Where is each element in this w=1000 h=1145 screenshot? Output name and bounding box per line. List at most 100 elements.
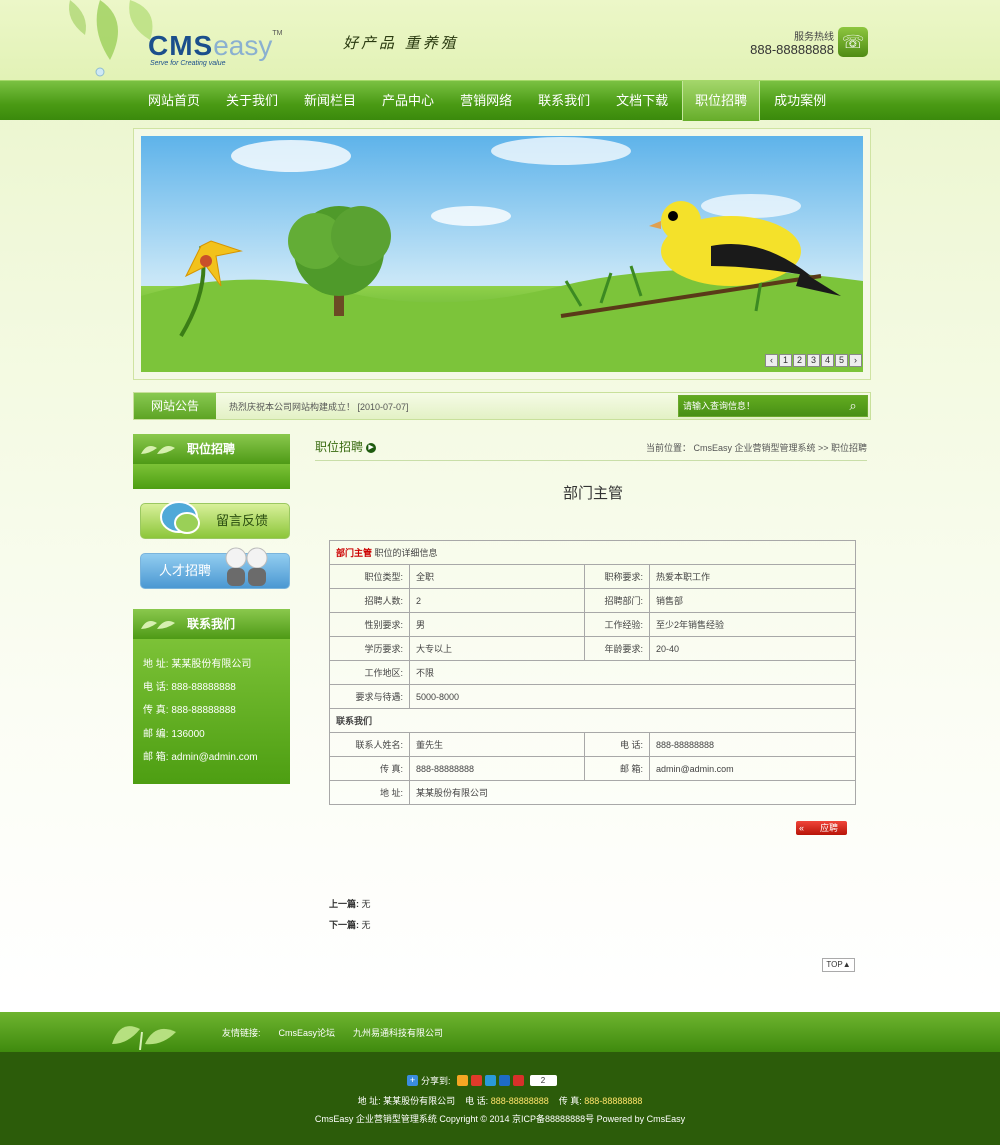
nav-item[interactable]: 网站首页 xyxy=(136,81,212,121)
arrow-right-icon: ▶ xyxy=(366,442,377,453)
cell-value: 董先生 xyxy=(409,732,585,757)
nav-item[interactable]: 关于我们 xyxy=(214,81,290,121)
footer-phone: 888-88888888 xyxy=(490,1096,549,1106)
cell-label: 工作地区: xyxy=(329,660,410,685)
renren-icon[interactable] xyxy=(498,1074,510,1086)
plus-icon[interactable]: + xyxy=(407,1074,418,1086)
cell-value: 5000-8000 xyxy=(409,684,856,709)
search-icon[interactable]: ⌕ xyxy=(845,398,861,414)
divider xyxy=(315,460,867,461)
cell-value: 销售部 xyxy=(649,588,856,613)
footer-links-bar xyxy=(0,1012,1000,1052)
leaf-icon xyxy=(141,446,175,454)
nav-item[interactable]: 成功案例 xyxy=(762,81,838,121)
table-row: 职位类型: 全职 职称要求: 热爱本职工作 xyxy=(329,564,856,589)
logo-sub: easy xyxy=(213,30,273,61)
cell-label: 邮 箱: xyxy=(584,756,650,781)
contact-fax: 传 真: 888-88888888 xyxy=(143,705,236,716)
share-label: 分享到: xyxy=(421,1075,451,1086)
table-row: 联系人姓名: 董先生 电 话: 888-88888888 xyxy=(329,732,856,757)
page-title: 部门主管 xyxy=(562,485,623,502)
feedback-button[interactable]: 留言反馈 xyxy=(140,501,290,539)
pager-button[interactable]: 5 xyxy=(835,354,848,367)
section-title: 职位招聘 ▶ xyxy=(315,438,377,455)
pager-button[interactable]: ‹ xyxy=(765,354,778,367)
contact-email: 邮 箱: admin@admin.com xyxy=(143,752,258,763)
banner-pager: ‹ 1 2 3 4 5 › xyxy=(764,354,862,367)
hotline-number: 888-88888888 xyxy=(750,42,834,57)
sidebar-contact-header: 联系我们 xyxy=(133,609,290,639)
footer-phone-label: 电 话: xyxy=(465,1096,489,1106)
prev-article[interactable]: 上一篇: 无 xyxy=(329,897,371,910)
cell-value: 全职 xyxy=(409,564,585,589)
cell-label: 工作经验: xyxy=(584,612,650,637)
leaf-icon xyxy=(141,621,175,629)
nav-items: 网站首页 关于我们 新闻栏目 产品中心 营销网络 联系我们 文档下载 职位招聘 成功案例 xyxy=(136,81,840,121)
nav-item[interactable]: 新闻栏目 xyxy=(292,81,368,121)
section-title-text: 职位招聘 xyxy=(315,440,364,454)
tencent-weibo-icon[interactable] xyxy=(484,1074,496,1086)
cell-label: 性别要求: xyxy=(329,612,410,637)
friend-link[interactable]: CmsEasy论坛 xyxy=(279,1028,336,1038)
feedback-label: 留言反馈 xyxy=(216,513,269,528)
detail-heading-name: 部门主管 xyxy=(336,548,373,558)
cell-label: 年龄要求: xyxy=(584,636,650,661)
cell-value: 热爱本职工作 xyxy=(649,564,856,589)
breadcrumb[interactable]: 当前位置： CmsEasy 企业营销型管理系统 >> 职位招聘 xyxy=(646,441,867,454)
nav-item[interactable]: 联系我们 xyxy=(526,81,602,121)
cell-label: 职位类型: xyxy=(329,564,410,589)
sidebar-contact-title: 联系我们 xyxy=(187,617,236,631)
cell-value: 2 xyxy=(409,588,585,613)
cell-value: 至少2年销售经验 xyxy=(649,612,856,637)
douban-icon[interactable] xyxy=(512,1074,524,1086)
pager-button[interactable]: 1 xyxy=(779,354,792,367)
next-article[interactable]: 下一篇: 无 xyxy=(329,918,371,931)
sidebar-category-header: 职位招聘 xyxy=(133,434,290,464)
pager-button[interactable]: 2 xyxy=(793,354,806,367)
footer-address: 地 址: 某某股份有限公司 xyxy=(357,1096,456,1106)
nav-item[interactable]: 职位招聘 xyxy=(682,81,761,121)
site-header: CMSeasyTM Serve for Creating value 好产品 重… xyxy=(0,0,1000,80)
cell-label: 学历要求: xyxy=(329,636,410,661)
table-row: 工作地区: 不限 xyxy=(329,660,856,685)
cell-label: 地 址: xyxy=(329,780,410,805)
cell-value: 888-88888888 xyxy=(409,756,585,781)
qzone-icon[interactable] xyxy=(456,1074,468,1086)
friend-link[interactable]: 九州易通科技有限公司 xyxy=(353,1028,443,1038)
site-logo[interactable]: CMSeasyTM xyxy=(148,30,283,62)
contact-heading: 联系我们 xyxy=(329,708,856,733)
slogan: 好产品 重养殖 xyxy=(343,34,459,52)
notice-bar: 网站公告 热烈庆祝本公司网站构建成立！ [2010-07-07] ⌕ xyxy=(133,392,871,420)
cell-value: 某某股份有限公司 xyxy=(409,780,856,805)
leaf-decoration-icon xyxy=(112,1026,176,1050)
back-to-top-button[interactable]: TOP▲ xyxy=(822,958,855,972)
table-row: 部门主管 职位的详细信息 xyxy=(329,540,856,565)
talent-button[interactable]: 人才招聘 xyxy=(140,547,290,589)
pager-button[interactable]: 4 xyxy=(821,354,834,367)
cell-label: 传 真: xyxy=(329,756,410,781)
contact-phone: 电 话: 888-88888888 xyxy=(143,682,236,693)
nav-item[interactable]: 产品中心 xyxy=(370,81,446,121)
apply-button[interactable]: « 应聘 xyxy=(796,821,847,835)
cell-label: 招聘人数: xyxy=(329,588,410,613)
search-input[interactable] xyxy=(679,396,839,416)
share-bar: + 分享到: 2 xyxy=(407,1074,557,1086)
next-value: 无 xyxy=(361,920,371,930)
logo-tagline: Serve for Creating value xyxy=(150,60,226,67)
notice-text[interactable]: 热烈庆祝本公司网站构建成立！ [2010-07-07] xyxy=(229,400,409,413)
friend-links: 友情链接: CmsEasy论坛 九州易通科技有限公司 xyxy=(222,1026,461,1039)
pager-button[interactable]: › xyxy=(849,354,862,367)
cell-label: 要求与待遇: xyxy=(329,684,410,709)
nav-item[interactable]: 文档下载 xyxy=(604,81,680,121)
weibo-icon[interactable] xyxy=(470,1074,482,1086)
pager-button[interactable]: 3 xyxy=(807,354,820,367)
job-detail-table: 部门主管 职位的详细信息 职位类型: 全职 职称要求: 热爱本职工作 招聘人数:… xyxy=(329,540,856,805)
nav-item[interactable]: 营销网络 xyxy=(448,81,524,121)
detail-heading-suffix: 职位的详细信息 xyxy=(372,548,438,558)
cell-label: 电 话: xyxy=(584,732,650,757)
footer-contact-line: 地 址: 某某股份有限公司 电 话: 888-88888888 传 真: 888… xyxy=(0,1094,1000,1107)
next-label: 下一篇: xyxy=(329,920,359,930)
logo-tm: TM xyxy=(272,30,283,37)
search-box: ⌕ xyxy=(678,395,868,417)
cell-label: 职称要求: xyxy=(584,564,650,589)
